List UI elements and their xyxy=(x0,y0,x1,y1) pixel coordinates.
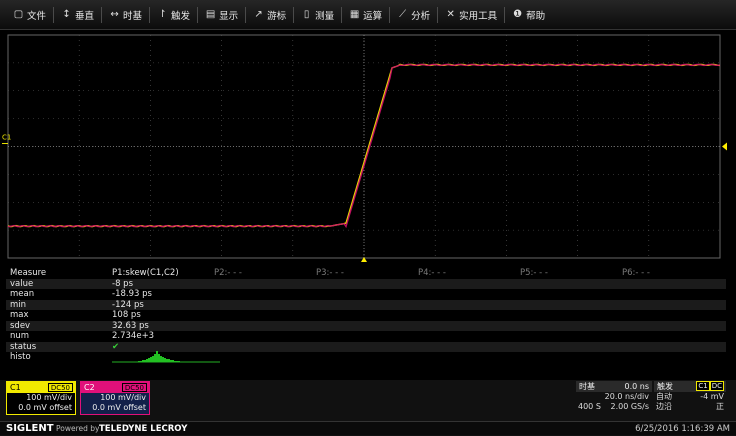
menu-item-vertical[interactable]: ↕ 垂直 xyxy=(54,5,101,25)
menu-label: 运算 xyxy=(363,10,383,22)
status-bar: SIGLENT Powered by TELEDYNE LECROY 6/25/… xyxy=(0,421,736,435)
timebase-rate: 2.00 GS/s xyxy=(610,402,650,411)
menu-item-math[interactable]: ▦ 运算 xyxy=(342,5,389,25)
siglent-logo: SIGLENT xyxy=(6,423,54,434)
trigger-level: -4 mV xyxy=(700,392,724,401)
menu-item-tools[interactable]: ✕ 实用工具 xyxy=(438,5,504,25)
menu-item-cursor[interactable]: ↗ 游标 xyxy=(246,5,293,25)
teledyne-logo: TELEDYNE LECROY xyxy=(99,424,188,434)
measure-row-label: sdev xyxy=(10,320,31,331)
histo-plot xyxy=(112,351,220,363)
menu-label: 实用工具 xyxy=(459,10,498,22)
measure-row-label: mean xyxy=(10,289,35,299)
datetime: 6/25/2016 1:16:39 AM xyxy=(635,424,730,434)
param-p5[interactable]: P5:- - - xyxy=(520,268,548,279)
measure-row-value: 32.63 ps xyxy=(112,320,149,331)
measure-row-mean: mean -18.93 ps xyxy=(6,289,726,300)
channel-c1-box[interactable]: C1 DC50 100 mV/div 0.0 mV offset xyxy=(6,381,76,415)
timebase-delay: 0.0 ns xyxy=(624,382,649,391)
menu-label: 垂直 xyxy=(75,10,95,22)
measure-row-value: -124 ps xyxy=(112,299,144,310)
param-p1[interactable]: P1:skew(C1,C2) xyxy=(112,268,179,279)
measure-row-label: status xyxy=(10,341,37,352)
channel-c1-scale: 100 mV/div xyxy=(26,393,72,402)
analysis-icon: ⟋ xyxy=(399,9,407,20)
measure-row-value: -18.93 ps xyxy=(112,289,152,299)
powered-by-text: Powered by xyxy=(56,424,100,433)
timebase-title: 时基 xyxy=(579,382,595,391)
channel-c1-offset: 0.0 mV offset xyxy=(18,403,72,412)
trigger-level-arrow-icon xyxy=(722,142,727,151)
bottom-panel: C1 DC50 100 mV/div 0.0 mV offset C2 DC50… xyxy=(0,380,736,436)
measure-row-value: 2.734e+3 xyxy=(112,331,155,341)
math-icon: ▦ xyxy=(349,9,360,20)
measure-table[interactable]: Measure P1:skew(C1,C2) P2:- - - P3:- - - P4:… xyxy=(6,268,726,378)
trigger-icon: ↾ xyxy=(158,9,167,20)
menu-item-display[interactable]: ▤ 显示 xyxy=(198,5,245,25)
menu-label: 文件 xyxy=(27,10,47,22)
horizontal-icon: ↔ xyxy=(110,9,119,20)
channel-c2-scale: 100 mV/div xyxy=(100,393,146,402)
menu-label: 游标 xyxy=(267,10,287,22)
channel-c2-name: C2 xyxy=(84,383,95,392)
timebase-scale: 20.0 ns/div xyxy=(604,392,649,401)
measure-row-value: -8 ps xyxy=(112,278,134,289)
vertical-icon: ↕ xyxy=(62,9,71,20)
measure-row-label: max xyxy=(10,310,29,320)
menu-item-analysis[interactable]: ⟋ 分析 xyxy=(390,5,437,25)
timebase-points: 400 S xyxy=(578,402,601,411)
measure-icon: ▯ xyxy=(303,9,310,20)
channel-c2-coupling: DC50 xyxy=(121,383,147,392)
measure-row-max: max 108 ps xyxy=(6,310,726,321)
param-p6[interactable]: P6:- - - xyxy=(622,268,650,279)
trigger-type: 边沿 xyxy=(656,402,672,411)
menu-label: 分析 xyxy=(411,10,431,22)
timebase-box[interactable]: 时基 0.0 ns 20.0 ns/div 400 S 2.00 GS/s xyxy=(576,381,652,412)
menu-label: 显示 xyxy=(219,10,239,22)
menu-item-horizontal[interactable]: ↔ 时基 xyxy=(102,5,149,25)
measure-row-num: num 2.734e+3 xyxy=(6,331,726,342)
measure-title: Measure xyxy=(10,268,47,278)
menu-item-measure[interactable]: ▯ 测量 xyxy=(294,5,341,25)
file-icon: ▢ xyxy=(13,9,24,20)
menu-label: 触发 xyxy=(171,10,191,22)
help-icon: ❶ xyxy=(513,9,523,20)
menu-item-trigger[interactable]: ↾ 触发 xyxy=(150,5,197,25)
waveform-grid: C1 xyxy=(2,34,727,262)
param-p4[interactable]: P4:- - - xyxy=(418,268,446,279)
measure-row-label: num xyxy=(10,331,30,341)
channel-c1-name: C1 xyxy=(10,383,21,392)
trigger-slope: 正 xyxy=(716,402,724,411)
measure-row-value: 108 ps xyxy=(112,310,141,320)
measure-row-value: value -8 ps xyxy=(6,278,726,289)
menu-item-help[interactable]: ❶ 帮助 xyxy=(505,5,552,25)
channel-c1-marker-label: C1 xyxy=(2,134,11,142)
measure-row-label: min xyxy=(10,299,27,310)
channel-c2-box[interactable]: C2 DC50 100 mV/div 0.0 mV offset xyxy=(80,381,150,415)
channel-c1-coupling: DC50 xyxy=(47,383,73,392)
param-p3[interactable]: P3:- - - xyxy=(316,268,344,279)
menu-label: 时基 xyxy=(123,10,143,22)
measure-row-label: value xyxy=(10,278,34,289)
measure-row-min: min -124 ps xyxy=(6,299,726,310)
trigger-box[interactable]: 触发 C1 DC 自动 -4 mV 边沿 正 xyxy=(654,381,726,412)
menu-label: 帮助 xyxy=(526,10,546,22)
param-p2[interactable]: P2:- - - xyxy=(214,268,242,279)
tools-icon: ✕ xyxy=(446,9,455,20)
measure-row-label: histo xyxy=(10,352,31,362)
trigger-title: 触发 xyxy=(657,382,673,391)
measure-header-row: Measure P1:skew(C1,C2) P2:- - - P3:- - - P4:… xyxy=(6,268,726,279)
menu-label: 测量 xyxy=(315,10,335,22)
waveform-display[interactable]: C1 xyxy=(0,30,736,262)
menu-item-file[interactable]: ▢ 文件 xyxy=(6,5,53,25)
cursor-icon: ↗ xyxy=(254,9,263,20)
channel-c2-offset: 0.0 mV offset xyxy=(92,403,146,412)
trigger-coupling: DC xyxy=(709,381,724,391)
trigger-channel: C1 xyxy=(696,381,710,391)
trigger-mode: 自动 xyxy=(656,392,672,401)
display-icon: ▤ xyxy=(205,9,216,20)
menu-bar: ▢ 文件 ↕ 垂直 ↔ 时基 ↾ 触发 ▤ 显示 ↗ 游标 ▯ 测量 ▦ 运算 ⟋ 分析 ✕ 实用工具 ❶ 帮助 xyxy=(0,0,736,30)
measure-row-sdev: sdev 32.63 ps xyxy=(6,320,726,331)
